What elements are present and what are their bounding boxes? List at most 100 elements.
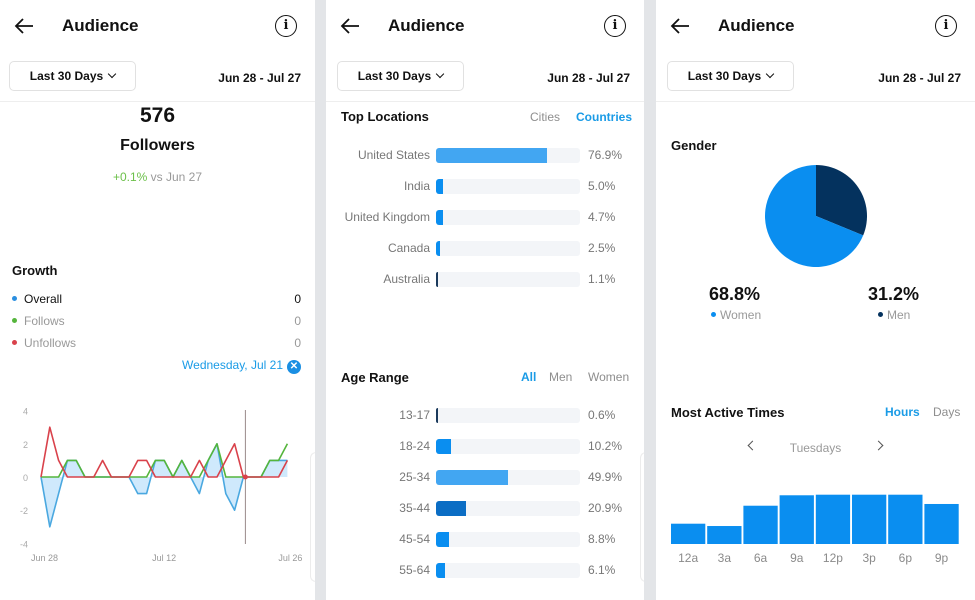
bar-value: 1.1% (588, 272, 616, 286)
hour-label: 9p (935, 551, 949, 565)
tab-days[interactable]: Days (933, 405, 960, 419)
scroll-handle[interactable] (310, 452, 315, 582)
bar-row: Australia 1.1% (326, 271, 644, 287)
header: Audience i (0, 0, 315, 52)
chevron-down-icon (107, 69, 117, 79)
legend-value: 0 (294, 336, 301, 350)
bar-track (436, 148, 580, 163)
followers-count: 576 (139, 104, 176, 127)
series-line-overall (40, 442, 288, 528)
bar-label: 13-17 (399, 408, 430, 422)
bar (436, 563, 445, 578)
y-tick-label: 0 (23, 473, 28, 483)
legend-follows[interactable]: Follows 0 (12, 314, 301, 330)
legend-overall[interactable]: Overall 0 (12, 292, 301, 308)
bar-row: 18-24 10.2% (326, 438, 644, 454)
header: Audience i (656, 0, 975, 52)
bar-row: 13-17 0.6% (326, 407, 644, 423)
bar-row: 35-44 20.9% (326, 500, 644, 516)
legend-dot (711, 312, 716, 317)
women-label: Women (720, 308, 762, 322)
legend-value: 0 (294, 314, 301, 328)
arrow-left-icon[interactable] (668, 14, 692, 38)
bar-row: Canada 2.5% (326, 240, 644, 256)
bar (436, 501, 467, 516)
arrow-left-icon[interactable] (12, 14, 36, 38)
legend-dot (12, 340, 17, 345)
info-icon[interactable]: i (275, 15, 297, 37)
date-range-dropdown[interactable]: Last 30 Days (9, 61, 136, 91)
bar-track (436, 563, 580, 578)
y-tick-label: -4 (20, 539, 28, 549)
gender-activity-panel: Audience i Last 30 Days Jun 28 - Jul 27 … (656, 0, 975, 600)
men-label: Men (887, 308, 911, 322)
growth-title: Growth (12, 263, 58, 278)
tab-women[interactable]: Women (588, 370, 629, 384)
chevron-down-icon (765, 69, 775, 79)
hour-label: 3p (862, 551, 876, 565)
tab-all[interactable]: All (521, 370, 536, 384)
bar-row: 25-34 49.9% (326, 469, 644, 485)
tab-cities[interactable]: Cities (530, 110, 560, 124)
tab-men[interactable]: Men (549, 370, 572, 384)
chevron-down-icon (435, 69, 445, 79)
date-range-text: Jun 28 - Jul 27 (547, 71, 630, 85)
date-range-dropdown[interactable]: Last 30 Days (337, 61, 464, 91)
legend-value: 0 (294, 292, 301, 306)
bar-value: 76.9% (588, 148, 623, 162)
delta-value: +0.1% (112, 170, 148, 184)
arrow-left-icon[interactable] (338, 14, 362, 38)
bar-label: 45-54 (399, 532, 430, 546)
info-icon[interactable]: i (604, 15, 626, 37)
legend-dot (878, 312, 883, 317)
demographics-panel: Audience i Last 30 Days Jun 28 - Jul 27 … (326, 0, 644, 600)
bar-label: United Kingdom (344, 210, 430, 224)
legend-label: Unfollows (24, 336, 77, 350)
divider (326, 101, 644, 102)
selected-date: Wednesday, Jul 21 ✕ (182, 358, 301, 374)
page-title: Audience (388, 16, 465, 35)
bar-track (436, 501, 580, 516)
growth-chart[interactable]: 4 2 0 -2 -4Jun 28 Jul 12 Jul 26 (0, 398, 315, 573)
tab-hours[interactable]: Hours (885, 405, 920, 419)
bar-track (436, 408, 580, 423)
hour-label: 6p (899, 551, 913, 565)
women-percent: 68.8% (709, 284, 761, 304)
legend-unfollows[interactable]: Unfollows 0 (12, 336, 301, 352)
day-label: Tuesdays (789, 441, 842, 455)
gender-title: Gender (671, 138, 717, 153)
legend-label: Overall (24, 292, 63, 306)
bar-value: 4.7% (588, 210, 616, 224)
bar-value: 5.0% (588, 179, 616, 193)
selected-date-label: Wednesday, Jul 21 (182, 358, 283, 372)
scroll-handle[interactable] (640, 452, 644, 582)
bar-label: 25-34 (399, 470, 430, 484)
bar-label: Australia (383, 272, 430, 286)
x-tick-label: Jul 26 (278, 553, 302, 563)
bar-label: 18-24 (399, 439, 430, 453)
bar-value: 49.9% (588, 470, 623, 484)
bar-value: 2.5% (588, 241, 616, 255)
divider (656, 101, 975, 102)
bar-value: 10.2% (588, 439, 623, 453)
bar (436, 179, 444, 194)
followers-delta: +0.1% vs Jun 27 (0, 170, 315, 184)
bar-track (436, 179, 580, 194)
bar-row: 55-64 6.1% (326, 562, 644, 578)
y-tick-label: -2 (20, 506, 28, 516)
tab-countries[interactable]: Countries (576, 110, 632, 124)
info-icon[interactable]: i (935, 15, 957, 37)
hour-label: 12p (823, 551, 843, 565)
bar-row: India 5.0% (326, 178, 644, 194)
bar (436, 148, 547, 163)
bar-track (436, 272, 580, 287)
bar-value: 8.8% (588, 532, 616, 546)
followers-label: Followers (120, 137, 195, 154)
bar-value: 20.9% (588, 501, 623, 515)
bar (436, 210, 443, 225)
page-title: Audience (62, 16, 139, 35)
close-icon[interactable]: ✕ (287, 360, 301, 374)
men-legend: Men (878, 308, 910, 322)
date-range-dropdown[interactable]: Last 30 Days (667, 61, 794, 91)
bar-label: India (403, 179, 430, 193)
